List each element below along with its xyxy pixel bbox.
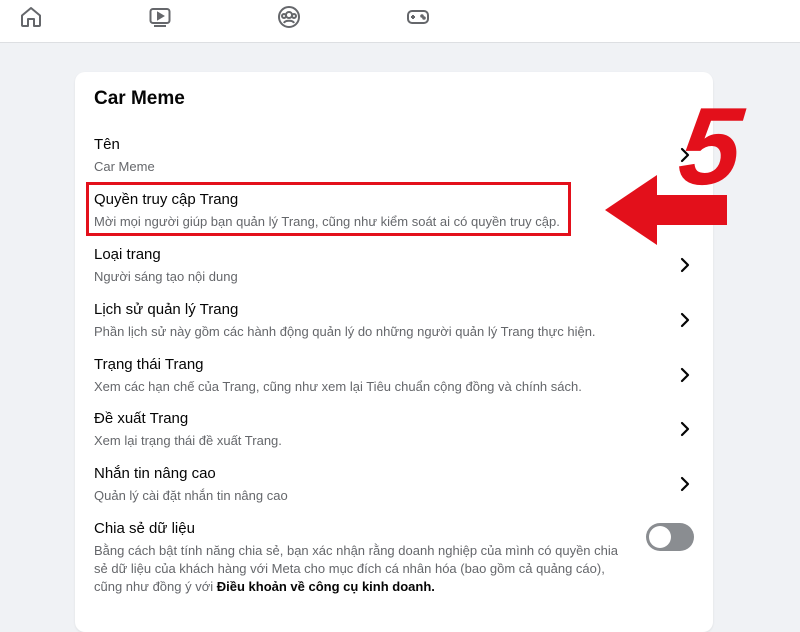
- settings-item-subtitle: Phần lịch sử này gồm các hành động quản …: [94, 324, 596, 339]
- chevron-right-icon: [676, 366, 694, 384]
- chevron-right-icon: [676, 420, 694, 438]
- settings-item-title: Trạng thái Trang: [94, 356, 204, 373]
- settings-item-title: Nhắn tin nâng cao: [94, 465, 216, 482]
- settings-item-title: Tên: [94, 136, 120, 153]
- settings-item-page-type[interactable]: Loại trang Người sáng tạo nội dung: [75, 246, 713, 300]
- settings-item-subtitle: Xem các hạn chế của Trang, cũng như xem …: [94, 379, 582, 394]
- settings-item-advanced-messaging[interactable]: Nhắn tin nâng cao Quản lý cài đặt nhắn t…: [75, 465, 713, 519]
- settings-item-title: Loại trang: [94, 246, 161, 263]
- settings-item-page-recommendation[interactable]: Đề xuất Trang Xem lại trạng thái đề xuất…: [75, 410, 713, 464]
- data-sharing-title: Chia sẻ dữ liệu: [94, 520, 195, 537]
- step-number-label: 5: [673, 85, 748, 208]
- home-icon[interactable]: [18, 4, 44, 30]
- settings-item-subtitle: Quản lý cài đặt nhắn tin nâng cao: [94, 488, 288, 503]
- chevron-right-icon: [676, 475, 694, 493]
- chevron-right-icon: [676, 311, 694, 329]
- groups-icon[interactable]: [276, 4, 302, 30]
- settings-item-subtitle: Người sáng tạo nội dung: [94, 269, 238, 284]
- settings-item-subtitle: Mời mọi người giúp bạn quản lý Trang, cũ…: [94, 214, 560, 229]
- page-settings-panel: Car Meme Tên Car Meme Quyền truy cập Tra…: [75, 72, 713, 632]
- settings-item-management-history[interactable]: Lịch sử quản lý Trang Phần lịch sử này g…: [75, 301, 713, 355]
- settings-item-subtitle: Xem lại trạng thái đề xuất Trang.: [94, 433, 282, 448]
- gaming-icon[interactable]: [405, 4, 431, 30]
- settings-item-title: Quyền truy cập Trang: [94, 191, 239, 208]
- data-sharing-toggle[interactable]: [646, 523, 694, 551]
- top-navigation-bar: [0, 0, 800, 43]
- settings-item-subtitle: Car Meme: [94, 159, 155, 174]
- settings-item-title: Lịch sử quản lý Trang: [94, 301, 239, 318]
- video-icon[interactable]: [147, 4, 173, 30]
- settings-item-title: Đề xuất Trang: [94, 410, 189, 427]
- settings-item-page-status[interactable]: Trạng thái Trang Xem các hạn chế của Tra…: [75, 356, 713, 410]
- data-sharing-description: Bằng cách bật tính năng chia sẻ, bạn xác…: [94, 542, 634, 596]
- business-tools-terms-link[interactable]: Điều khoản về công cụ kinh doanh.: [217, 579, 435, 594]
- toggle-knob: [649, 526, 671, 548]
- chevron-right-icon: [676, 256, 694, 274]
- page-title: Car Meme: [94, 88, 185, 109]
